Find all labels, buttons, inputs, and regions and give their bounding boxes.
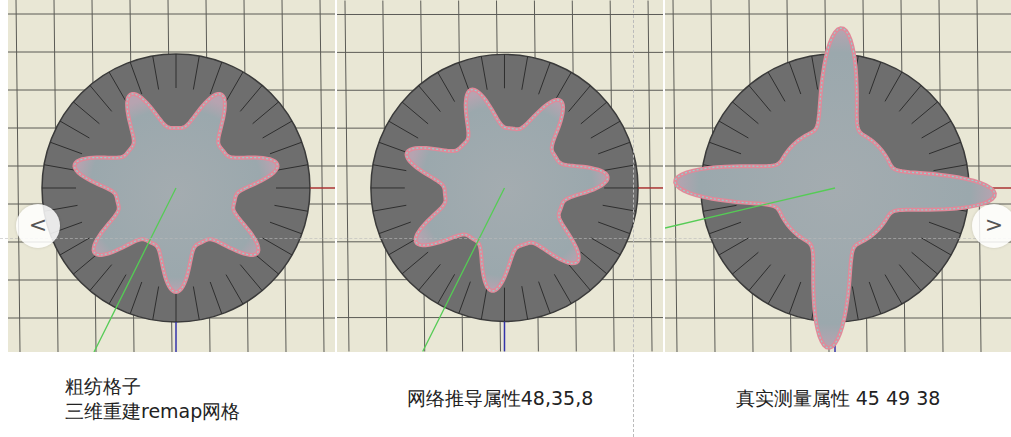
guide-line [633,0,634,437]
panel-caption: 粗纺格子三维重建remap网格 [8,352,335,423]
reconstructed-mesh [675,28,995,348]
caption-line: 三维重建remap网格 [65,399,335,424]
panel-caption: 网络推导属性48,35,8 [337,352,663,423]
viewport-panel[interactable] [337,0,663,352]
panel-caption: 真实测量属性 45 49 38 [665,352,1011,423]
reconstructed-mesh [407,90,608,291]
viewport-panel[interactable] [665,0,1011,352]
render-view [337,0,663,352]
render-view [665,0,1011,352]
render-view [8,0,335,352]
reconstructed-mesh [75,94,278,292]
mesh-outline [75,94,278,292]
guide-line [0,238,1011,239]
viewport-panel[interactable] [8,0,335,352]
caption-line: 真实测量属性 45 49 38 [665,386,1011,411]
mesh-outline [407,90,608,291]
prev-button[interactable]: < [16,204,60,248]
caption-line: 网络推导属性48,35,8 [337,386,663,411]
mesh-outline [675,28,995,348]
caption-line: 粗纺格子 [65,374,335,399]
next-button[interactable]: > [972,204,1011,248]
